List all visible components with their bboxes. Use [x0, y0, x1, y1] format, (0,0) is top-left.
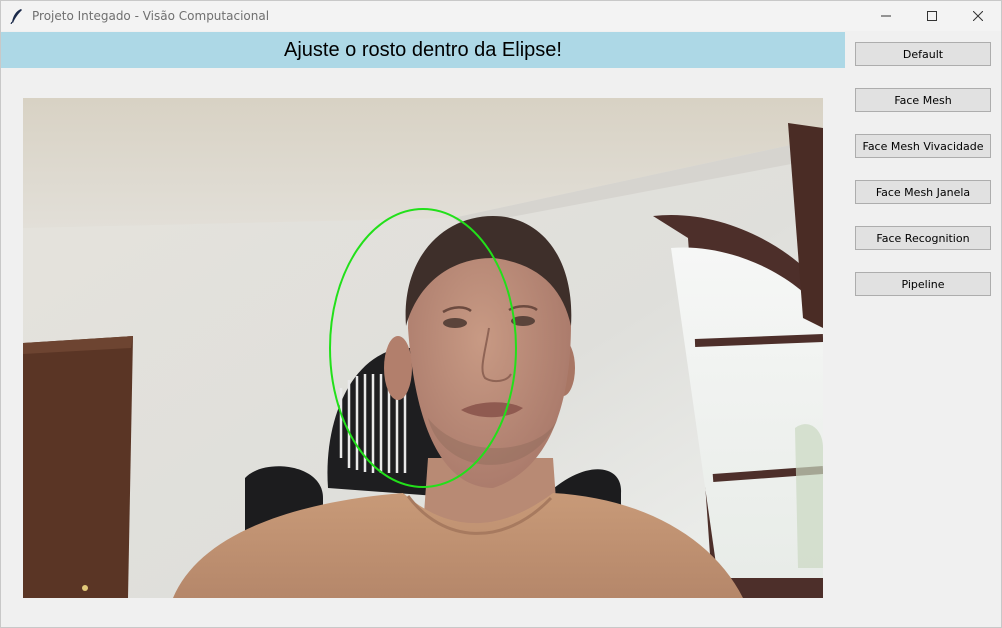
title-bar[interactable]: Projeto Integado - Visão Computacional — [1, 1, 1001, 31]
default-button[interactable]: Default — [855, 42, 991, 66]
camera-frame-image — [23, 98, 823, 598]
close-icon — [973, 11, 983, 21]
feather-icon — [10, 9, 22, 24]
close-button[interactable] — [955, 1, 1001, 31]
face-mesh-vivacidade-button[interactable]: Face Mesh Vivacidade — [855, 134, 991, 158]
minimize-button[interactable] — [863, 1, 909, 31]
face-recognition-button[interactable]: Face Recognition — [855, 226, 991, 250]
camera-feed — [23, 98, 823, 598]
pipeline-button[interactable]: Pipeline — [855, 272, 991, 296]
window-title: Projeto Integado - Visão Computacional — [32, 9, 270, 23]
maximize-button[interactable] — [909, 1, 955, 31]
face-mesh-janela-button[interactable]: Face Mesh Janela — [855, 180, 991, 204]
face-mesh-button[interactable]: Face Mesh — [855, 88, 991, 112]
app-window: Projeto Integado - Visão Computacional A… — [0, 0, 1002, 628]
minimize-icon — [881, 15, 891, 17]
instruction-banner: Ajuste o rosto dentro da Elipse! — [1, 32, 845, 68]
maximize-icon — [927, 11, 937, 21]
